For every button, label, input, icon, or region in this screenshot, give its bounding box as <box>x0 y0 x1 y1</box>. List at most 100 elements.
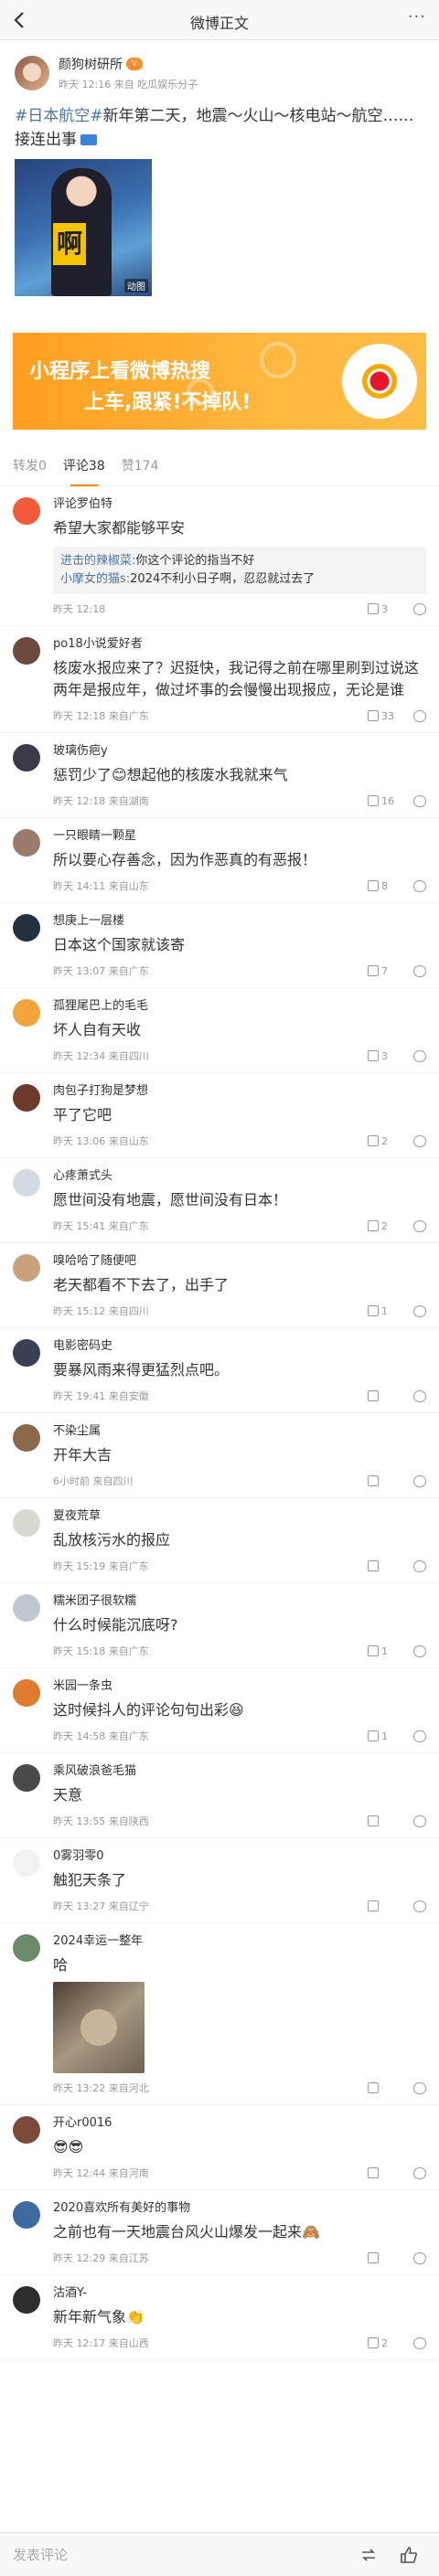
comment-like-button[interactable] <box>368 1815 406 1826</box>
reply-bubble-icon[interactable] <box>413 1730 426 1742</box>
commenter-avatar[interactable] <box>13 1764 40 1792</box>
commenter-name[interactable]: 米园一条虫 <box>53 1677 426 1696</box>
comment-like-button[interactable]: 1 <box>368 1645 406 1657</box>
comment-item[interactable]: 糯米团子很软糯 什么时候能沉底呀? 昨天 15:18 来自广东 1 <box>0 1583 439 1668</box>
reply-bubble-icon[interactable] <box>413 2166 426 2179</box>
comment-item[interactable]: 嗅哈哈了随便吧 老天都看不下去了，出手了 昨天 15:12 来自四川 1 <box>0 1243 439 1328</box>
more-options-icon[interactable]: ··· <box>408 7 426 27</box>
reply-bubble-icon[interactable] <box>413 1559 426 1572</box>
comment-like-button[interactable]: 1 <box>368 1305 406 1317</box>
commenter-avatar[interactable] <box>13 1254 40 1282</box>
commenter-avatar[interactable] <box>13 1339 40 1367</box>
reply-bubble-icon[interactable] <box>413 1389 426 1402</box>
commenter-name[interactable]: 一只眼睛一颗星 <box>53 827 426 846</box>
commenter-avatar[interactable] <box>13 1934 40 1962</box>
comment-item[interactable]: 孤狸尾巴上的毛毛 坏人自有天收 昨天 12:34 来自四川 3 <box>0 988 439 1073</box>
comment-item[interactable]: 0雾羽零0 触犯天条了 昨天 13:27 来自辽宁 <box>0 1838 439 1923</box>
comment-like-button[interactable] <box>368 2252 406 2263</box>
comment-like-button[interactable]: 2 <box>368 2337 406 2349</box>
reply-bubble-icon[interactable] <box>413 1645 426 1657</box>
reply-bubble-icon[interactable] <box>413 1134 426 1147</box>
comment-like-button[interactable]: 7 <box>368 965 406 977</box>
reply-bubble-icon[interactable] <box>413 2081 426 2094</box>
reply-bubble-icon[interactable] <box>413 1304 426 1317</box>
commenter-avatar[interactable] <box>13 999 40 1027</box>
commenter-avatar[interactable] <box>13 1169 40 1197</box>
reply-bubble-icon[interactable] <box>413 602 426 615</box>
reply-bubble-icon[interactable] <box>413 2251 426 2264</box>
commenter-avatar[interactable] <box>13 744 40 772</box>
commenter-name[interactable]: 夏夜荒草 <box>53 1507 426 1526</box>
author-avatar[interactable] <box>15 56 49 90</box>
commenter-name[interactable]: 孤狸尾巴上的毛毛 <box>53 997 426 1016</box>
commenter-avatar[interactable] <box>13 1509 40 1537</box>
comment-like-button[interactable] <box>368 1475 406 1486</box>
commenter-name[interactable]: 2020喜欢所有美好的事物 <box>53 2199 426 2218</box>
tab-comments[interactable]: 评论38 <box>63 446 105 486</box>
commenter-avatar[interactable] <box>13 2201 40 2229</box>
comment-like-button[interactable]: 8 <box>368 880 406 892</box>
comment-item[interactable]: 一只眼睛一颗星 所以要心存善念，因为作恶真的有恶报！ 昨天 14:11 来自山东 8 <box>0 818 439 903</box>
comment-like-button[interactable]: 33 <box>368 710 406 722</box>
comment-like-button[interactable] <box>368 2082 406 2093</box>
comment-like-button[interactable] <box>368 2167 406 2178</box>
commenter-name[interactable]: po18小说爱好者 <box>53 635 426 654</box>
commenter-name[interactable]: 玻璃伤疤y <box>53 742 426 761</box>
reply-box[interactable]: 进击的辣椒菜:你这个评论的指当不好 小摩女的猫s:2024不利小日子啊，忍忍就过去… <box>53 547 426 594</box>
commenter-avatar[interactable] <box>13 1679 40 1707</box>
topic-link[interactable]: #日本航空# <box>15 107 103 125</box>
comment-item[interactable]: po18小说爱好者 核废水报应来了？迟挺快，我记得之前在哪里刷到过说这两年是报应年… <box>0 626 439 733</box>
commenter-avatar[interactable] <box>13 1084 40 1112</box>
comment-like-button[interactable]: 3 <box>368 603 406 615</box>
comment-like-button[interactable]: 2 <box>368 1135 406 1147</box>
commenter-avatar[interactable] <box>13 914 40 942</box>
reply-user[interactable]: 进击的辣椒菜: <box>60 554 135 568</box>
comment-item[interactable]: 不染尘属 开年大吉 6小时前 来自四川 <box>0 1413 439 1498</box>
commenter-name[interactable]: 心疼萧式头 <box>53 1167 426 1186</box>
commenter-name[interactable]: 糯米团子很软糯 <box>53 1592 426 1611</box>
commenter-name[interactable]: 不染尘属 <box>53 1422 426 1441</box>
commenter-avatar[interactable] <box>13 1594 40 1622</box>
post-gif[interactable]: 啊 动图 <box>15 159 152 296</box>
commenter-name[interactable]: 0雾羽零0 <box>53 1847 426 1866</box>
like-icon[interactable] <box>399 2545 419 2565</box>
commenter-name[interactable]: 乘风破浪爸毛猫 <box>53 1762 426 1781</box>
comment-item[interactable]: 心疼萧式头 愿世间没有地震，愿世间没有日本！ 昨天 15:41 来自广东 2 <box>0 1158 439 1243</box>
commenter-name[interactable]: 想庚上一层楼 <box>53 912 426 931</box>
reply-bubble-icon[interactable] <box>413 1219 426 1232</box>
comment-input[interactable]: 发表评论 <box>13 2545 359 2564</box>
commenter-avatar[interactable] <box>13 497 40 525</box>
comment-item[interactable]: 想庚上一层楼 日本这个国家就该寄 昨天 13:07 来自广东 7 <box>0 903 439 988</box>
comment-item[interactable]: 2024幸运一整年哈昨天 13:22 来自河北 <box>0 1923 439 2105</box>
author-name[interactable]: 颜狗树研所 <box>59 55 123 73</box>
comment-item[interactable]: 电影密码史 要暴风雨来得更猛烈点吧。 昨天 19:41 来自安徽 <box>0 1328 439 1413</box>
comment-item[interactable]: 肉包子打狗是梦想 平了它吧 昨天 13:06 来自山东 2 <box>0 1073 439 1158</box>
comment-item[interactable]: 评论罗伯特 希望大家都能够平安 进击的辣椒菜:你这个评论的指当不好 小摩女的猫s:20… <box>0 486 439 626</box>
comment-item[interactable]: 开心r0016 😎😎 昨天 12:44 来自河南 <box>0 2105 439 2190</box>
commenter-name[interactable]: 沽酒Y- <box>53 2284 426 2303</box>
comment-like-button[interactable] <box>368 1900 406 1911</box>
commenter-name[interactable]: 2024幸运一整年 <box>53 1932 426 1951</box>
comment-like-button[interactable]: 1 <box>368 1730 406 1742</box>
comment-item[interactable]: 乘风破浪爸毛猫 天意 昨天 13:55 来自陕西 <box>0 1753 439 1838</box>
commenter-name[interactable]: 电影密码史 <box>53 1337 426 1356</box>
reply-bubble-icon[interactable] <box>413 1049 426 1062</box>
tab-reposts[interactable]: 转发0 <box>13 446 47 486</box>
reply-bubble-icon[interactable] <box>413 1815 426 1827</box>
commenter-avatar[interactable] <box>13 1424 40 1452</box>
promo-banner[interactable]: 小程序上看微博热搜 上车,跟紧!不掉队! <box>13 333 426 430</box>
commenter-name[interactable]: 肉包子打狗是梦想 <box>53 1082 426 1101</box>
comment-item[interactable]: 沽酒Y- 新年新气象👏 昨天 12:17 来自山西 2 <box>0 2275 439 2360</box>
comment-like-button[interactable] <box>368 1560 406 1571</box>
reply-bubble-icon[interactable] <box>413 1900 426 1912</box>
comment-image[interactable] <box>53 1982 145 2073</box>
commenter-avatar[interactable] <box>13 2286 40 2314</box>
comment-item[interactable]: 2020喜欢所有美好的事物 之前也有一天地震台风火山爆发一起来🙈 昨天 12:29 … <box>0 2190 439 2275</box>
commenter-avatar[interactable] <box>13 1849 40 1877</box>
tab-likes[interactable]: 赞174 <box>122 446 159 486</box>
comment-like-button[interactable] <box>368 1390 406 1401</box>
reply-bubble-icon[interactable] <box>413 1474 426 1487</box>
reply-bubble-icon[interactable] <box>413 964 426 977</box>
commenter-avatar[interactable] <box>13 2116 40 2144</box>
reply-bubble-icon[interactable] <box>413 709 426 722</box>
